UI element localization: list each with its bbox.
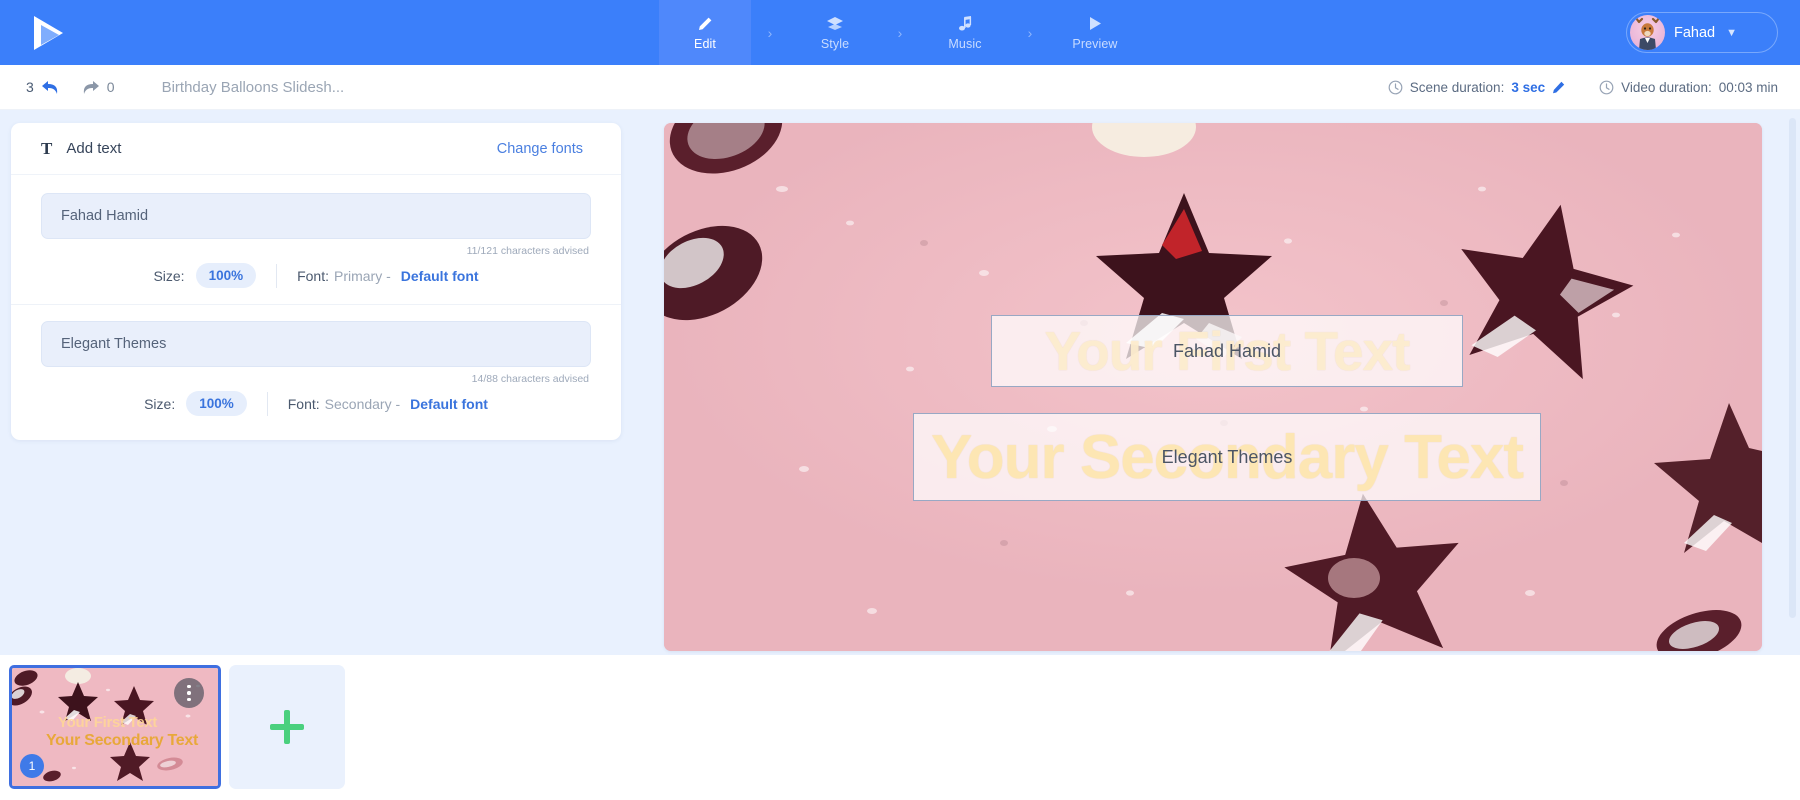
secondary-font-label: Font: xyxy=(287,395,320,412)
workspace: T Add text Change fonts 11/121 character… xyxy=(0,110,1800,655)
slide-thumbnail-1[interactable]: Your First Text Your Secondary Text 1 xyxy=(9,665,221,789)
thumbnail-secondary-text: Your Secondary Text xyxy=(46,732,198,749)
redo-arrow-icon[interactable] xyxy=(81,79,100,96)
plus-icon xyxy=(270,710,304,744)
tab-style[interactable]: Style xyxy=(789,0,881,65)
divider xyxy=(276,263,278,288)
video-duration-value: 00:03 min xyxy=(1718,80,1778,95)
main-nav: Edit › Style › Music › Preview xyxy=(659,0,1141,65)
video-duration: Video duration: 00:03 min xyxy=(1599,80,1778,95)
play-triangle-logo-icon xyxy=(32,14,66,52)
secondary-text-input[interactable] xyxy=(41,321,591,367)
nav-separator-3: › xyxy=(1027,24,1033,41)
tab-edit[interactable]: Edit xyxy=(659,0,751,65)
panel-header: T Add text Change fonts xyxy=(11,123,621,175)
page-title: Add text xyxy=(66,140,122,157)
thumbnail-primary-text: Your First Text xyxy=(58,714,158,731)
text-block-primary: 11/121 characters advised Size: 100% Fon… xyxy=(11,175,621,290)
tab-preview[interactable]: Preview xyxy=(1049,0,1141,65)
pencil-icon xyxy=(697,15,713,33)
redo-count: 0 xyxy=(106,79,115,95)
primary-size-value[interactable]: 100% xyxy=(195,263,257,288)
overlay-text-primary[interactable]: Your First Text Fahad Hamid xyxy=(991,315,1463,387)
music-note-icon xyxy=(958,15,973,33)
secondary-size-label: Size: xyxy=(144,395,176,412)
layers-icon xyxy=(826,15,844,33)
nav-separator-1: › xyxy=(767,24,773,41)
clock-icon xyxy=(1599,80,1614,95)
secondary-font-kind: Secondary - xyxy=(324,395,401,412)
overlay-secondary-value: Elegant Themes xyxy=(1161,446,1293,467)
secondary-size-value[interactable]: 100% xyxy=(186,391,247,416)
divider xyxy=(266,391,268,416)
play-icon xyxy=(1088,15,1102,33)
undo-arrow-icon[interactable] xyxy=(41,79,60,96)
primary-size-label: Size: xyxy=(153,267,185,284)
add-slide-button[interactable] xyxy=(229,665,345,789)
pencil-edit-icon[interactable] xyxy=(1552,81,1565,94)
app-logo[interactable] xyxy=(18,14,80,52)
primary-text-input[interactable] xyxy=(41,193,591,239)
secondary-char-hint: 14/88 characters advised xyxy=(471,373,589,385)
clock-icon xyxy=(1388,80,1403,95)
add-text-panel: T Add text Change fonts 11/121 character… xyxy=(11,123,621,440)
scene-duration: Scene duration: 3 sec xyxy=(1388,80,1565,95)
deer-avatar-icon xyxy=(1630,15,1665,50)
overlay-primary-value: Fahad Hamid xyxy=(1172,340,1282,361)
video-duration-label: Video duration: xyxy=(1621,80,1712,95)
scene-duration-label: Scene duration: xyxy=(1409,80,1505,95)
tab-preview-label: Preview xyxy=(1072,36,1118,51)
secondary-font-value[interactable]: Default font xyxy=(410,396,488,412)
slide-background-image xyxy=(664,123,1762,651)
primary-font-kind: Primary - xyxy=(334,267,391,284)
nav-separator-2: › xyxy=(897,24,903,41)
slides-filmstrip: Your First Text Your Secondary Text 1 xyxy=(0,655,1800,800)
scene-duration-value: 3 sec xyxy=(1511,80,1546,95)
slide-number-badge: 1 xyxy=(20,754,44,778)
app-header: Edit › Style › Music › Preview Fahad ▼ xyxy=(0,0,1800,65)
overlay-text-secondary[interactable]: Your Secondary Text Elegant Themes xyxy=(913,413,1541,501)
history-controls: 3 0 xyxy=(26,79,115,96)
user-name-label: Fahad xyxy=(1674,24,1716,41)
workspace-scrollbar[interactable] xyxy=(1789,118,1796,618)
project-title[interactable]: Birthday Balloons Slidesh... xyxy=(162,79,345,96)
primary-char-hint: 11/121 characters advised xyxy=(466,245,589,257)
project-toolbar: 3 0 Birthday Balloons Slidesh... Scene d… xyxy=(0,65,1800,110)
undo-count: 3 xyxy=(26,79,34,95)
tab-edit-label: Edit xyxy=(694,36,716,51)
primary-controls: Size: 100% Font: Primary - Default font xyxy=(41,263,591,290)
text-T-icon: T xyxy=(41,138,53,158)
tab-style-label: Style xyxy=(820,36,850,51)
tab-music-label: Music xyxy=(948,36,982,51)
user-menu[interactable]: Fahad ▼ xyxy=(1626,12,1778,53)
primary-font-label: Font: xyxy=(297,267,329,284)
tab-music[interactable]: Music xyxy=(919,0,1011,65)
canvas-preview[interactable]: Your First Text Fahad Hamid Your Seconda… xyxy=(664,123,1762,651)
primary-font-value[interactable]: Default font xyxy=(401,268,479,284)
chevron-down-icon: ▼ xyxy=(1726,26,1738,39)
three-dots-icon[interactable] xyxy=(174,678,204,708)
text-block-secondary: 14/88 characters advised Size: 100% Font… xyxy=(11,305,621,440)
secondary-controls: Size: 100% Font: Secondary - Default fon… xyxy=(41,391,591,418)
change-fonts-button[interactable]: Change fonts xyxy=(497,141,583,157)
duration-info: Scene duration: 3 sec Video duration: 00… xyxy=(1388,65,1778,110)
